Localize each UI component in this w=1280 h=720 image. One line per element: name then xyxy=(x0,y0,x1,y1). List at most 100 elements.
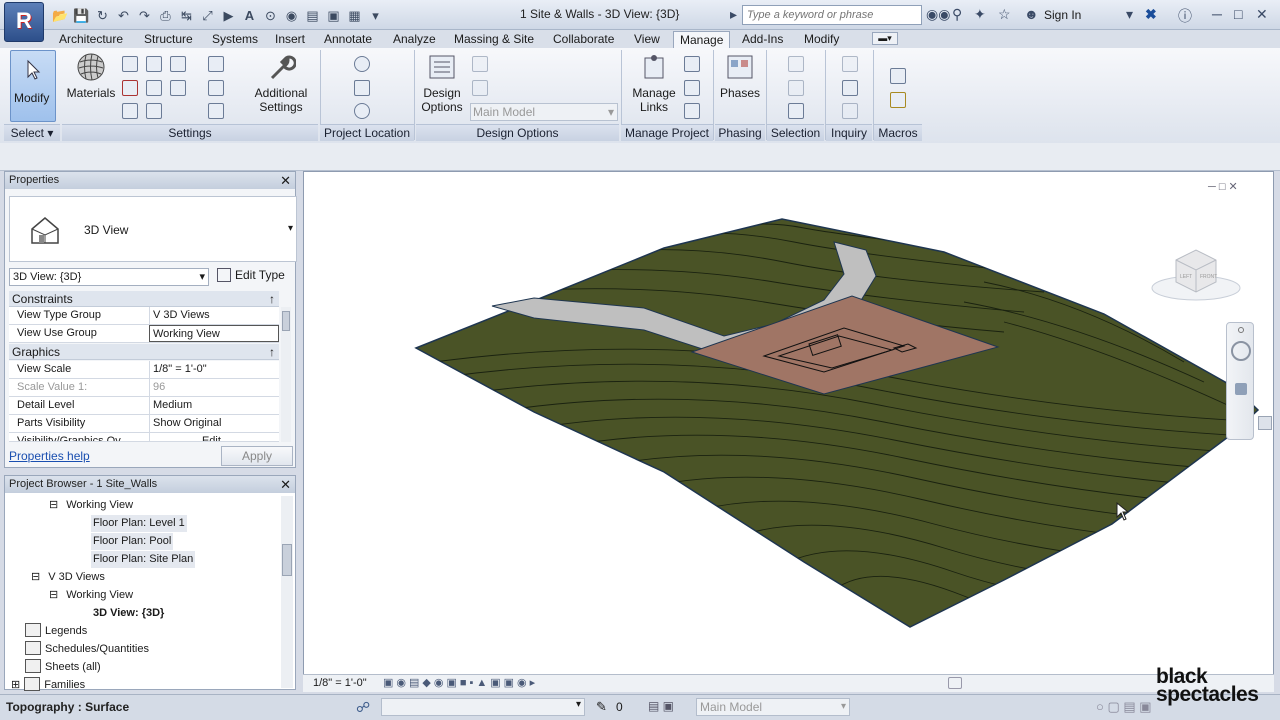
purge-unused-icon[interactable] xyxy=(146,103,162,119)
dimension-icon[interactable]: ⤢ xyxy=(199,7,216,24)
tab-annotate[interactable]: Annotate xyxy=(318,31,378,48)
tab-architecture[interactable]: Architecture xyxy=(53,31,129,48)
type-selector[interactable]: 3D View ▾ xyxy=(9,196,297,262)
viewcube[interactable]: LEFT FRONT xyxy=(1148,238,1244,304)
sign-in-dropdown-icon[interactable]: ▾ xyxy=(1126,6,1133,23)
location-globe-icon[interactable] xyxy=(354,56,370,72)
properties-scrollbar[interactable] xyxy=(281,307,291,442)
additional-settings-button[interactable]: Additional Settings xyxy=(250,52,312,114)
tree-item[interactable]: Floor Plan: Site Plan xyxy=(91,551,196,568)
shared-parameters-icon[interactable] xyxy=(146,80,162,96)
project-parameters-icon[interactable] xyxy=(122,80,138,96)
object-styles-icon[interactable] xyxy=(122,56,138,72)
help-icon[interactable]: ⓘ xyxy=(1178,6,1192,26)
close-icon[interactable]: ✕ xyxy=(1256,6,1268,23)
properties-close-icon[interactable]: ✕ xyxy=(280,172,291,189)
terrain-mesh[interactable] xyxy=(414,218,1260,628)
panel-select[interactable]: Select ▾ xyxy=(4,124,60,141)
tab-insert[interactable]: Insert xyxy=(269,31,311,48)
tab-analyze[interactable]: Analyze xyxy=(387,31,442,48)
project-browser-close-icon[interactable]: ✕ xyxy=(280,476,291,493)
property-row[interactable]: Visibility/Graphics Ov... Edit... xyxy=(9,433,279,442)
thin-lines-icon[interactable]: ▤ xyxy=(304,7,321,24)
default-3d-view-icon[interactable]: ⊙ xyxy=(262,7,279,24)
design-option-status-selector[interactable]: Main Model ▾ xyxy=(696,698,850,716)
ribbon-minimize-toggle[interactable]: ▬▾ xyxy=(872,32,898,45)
type-dropdown-icon[interactable]: ▾ xyxy=(288,223,293,234)
customize-qat-icon[interactable]: ▾ xyxy=(367,7,384,24)
panel-schedule-templates-icon[interactable] xyxy=(208,103,224,119)
exchange-apps-icon[interactable]: ✖ xyxy=(1145,6,1157,23)
horizontal-scroll-thumb[interactable] xyxy=(948,677,962,689)
topography-surface[interactable] xyxy=(304,172,1273,672)
tab-massing-site[interactable]: Massing & Site xyxy=(448,31,540,48)
measure-icon[interactable]: ↹ xyxy=(178,7,195,24)
tab-collaborate[interactable]: Collaborate xyxy=(547,31,620,48)
design-option-selector[interactable]: Main Model ▾ xyxy=(470,103,618,121)
property-row[interactable]: View Type Group V 3D Views xyxy=(9,307,279,325)
redo-icon[interactable]: ↷ xyxy=(136,7,153,24)
mep-settings-icon[interactable] xyxy=(208,80,224,96)
tree-item[interactable]: Schedules/Quantities xyxy=(25,641,149,658)
view-control-icons[interactable]: ▣◉▤◆◉▣■▪▲▣▣◉▸ xyxy=(383,676,538,689)
scroll-thumb[interactable] xyxy=(282,311,290,331)
subscription-icon[interactable]: ⚲ xyxy=(952,6,962,23)
tree-item[interactable]: Sheets (all) xyxy=(25,659,101,676)
undo-icon[interactable]: ↶ xyxy=(115,7,132,24)
tab-add-ins[interactable]: Add-Ins xyxy=(736,31,789,48)
edit-type-button[interactable]: Edit Type xyxy=(217,266,293,286)
property-row[interactable]: Parts Visibility Show Original xyxy=(9,415,279,433)
tree-item[interactable]: Legends xyxy=(25,623,87,640)
zoom-icon[interactable] xyxy=(1235,383,1247,395)
favorites-star-icon[interactable]: ☆ xyxy=(998,6,1011,23)
tab-manage[interactable]: Manage xyxy=(673,31,731,49)
view-scale-selector[interactable]: 1/8" = 1'-0" xyxy=(313,677,367,689)
design-options-button[interactable]: Design Options xyxy=(418,52,466,114)
section-graphics[interactable]: Graphics ↑ xyxy=(9,344,279,360)
phases-button[interactable]: Phases xyxy=(718,52,762,100)
decal-types-icon[interactable] xyxy=(684,103,700,119)
switch-windows-icon[interactable]: ▦ xyxy=(346,7,363,24)
tab-modify[interactable]: Modify xyxy=(798,31,845,48)
macro-manager-icon[interactable] xyxy=(890,68,906,84)
steering-wheel-icon[interactable] xyxy=(1231,341,1251,361)
apply-button[interactable]: Apply xyxy=(221,446,293,466)
starting-view-icon[interactable] xyxy=(684,80,700,96)
manage-links-button[interactable]: Manage Links xyxy=(628,52,680,114)
instance-filter-dropdown[interactable]: 3D View: {3D} ▾ xyxy=(9,268,209,286)
worksharing-icon[interactable]: ☍ xyxy=(356,699,370,716)
communication-icon[interactable]: ✦ xyxy=(974,6,986,23)
tree-item[interactable]: Floor Plan: Pool xyxy=(91,533,174,550)
text-icon[interactable]: A xyxy=(241,7,258,24)
editing-requests-icon[interactable]: ✎ xyxy=(596,699,607,715)
close-hidden-windows-icon[interactable]: ▣ xyxy=(325,7,342,24)
viewport-scroll-corner[interactable] xyxy=(1258,416,1272,430)
3d-viewport[interactable]: ─ □ ✕ LEFT FRONT xyxy=(303,171,1274,692)
nav-close-icon[interactable] xyxy=(1238,327,1244,333)
open-icon[interactable]: 📂 xyxy=(52,7,69,24)
materials-button[interactable]: Materials xyxy=(64,52,118,100)
print-icon[interactable]: ⎙ xyxy=(157,7,174,24)
browser-scrollbar[interactable] xyxy=(281,496,293,688)
modify-button[interactable]: Modify xyxy=(10,50,56,122)
position-icon[interactable] xyxy=(354,103,370,119)
tab-systems[interactable]: Systems xyxy=(206,31,264,48)
property-row[interactable]: Detail Level Medium xyxy=(9,397,279,415)
property-row[interactable]: View Use Group Working View xyxy=(9,325,279,343)
sync-icon[interactable]: ↻ xyxy=(94,7,111,24)
tab-view[interactable]: View xyxy=(628,31,666,48)
load-selection-icon[interactable] xyxy=(788,103,804,119)
coordinates-icon[interactable] xyxy=(354,80,370,96)
structural-settings-icon[interactable] xyxy=(208,56,224,72)
tree-item[interactable]: ⊟ Working View xyxy=(49,497,133,514)
maximize-icon[interactable]: □ xyxy=(1234,6,1242,22)
navigation-bar[interactable] xyxy=(1226,322,1254,440)
tree-item[interactable]: ⊟ V 3D Views xyxy=(31,569,105,586)
tree-item[interactable]: Floor Plan: Level 1 xyxy=(91,515,187,532)
save-icon[interactable]: 💾 xyxy=(73,7,90,24)
snaps-icon[interactable] xyxy=(146,56,162,72)
minimize-icon[interactable]: ─ xyxy=(1212,6,1222,22)
workset-selector[interactable]: ▾ xyxy=(381,698,585,716)
global-parameters-icon[interactable] xyxy=(170,80,186,96)
manage-images-icon[interactable] xyxy=(684,56,700,72)
